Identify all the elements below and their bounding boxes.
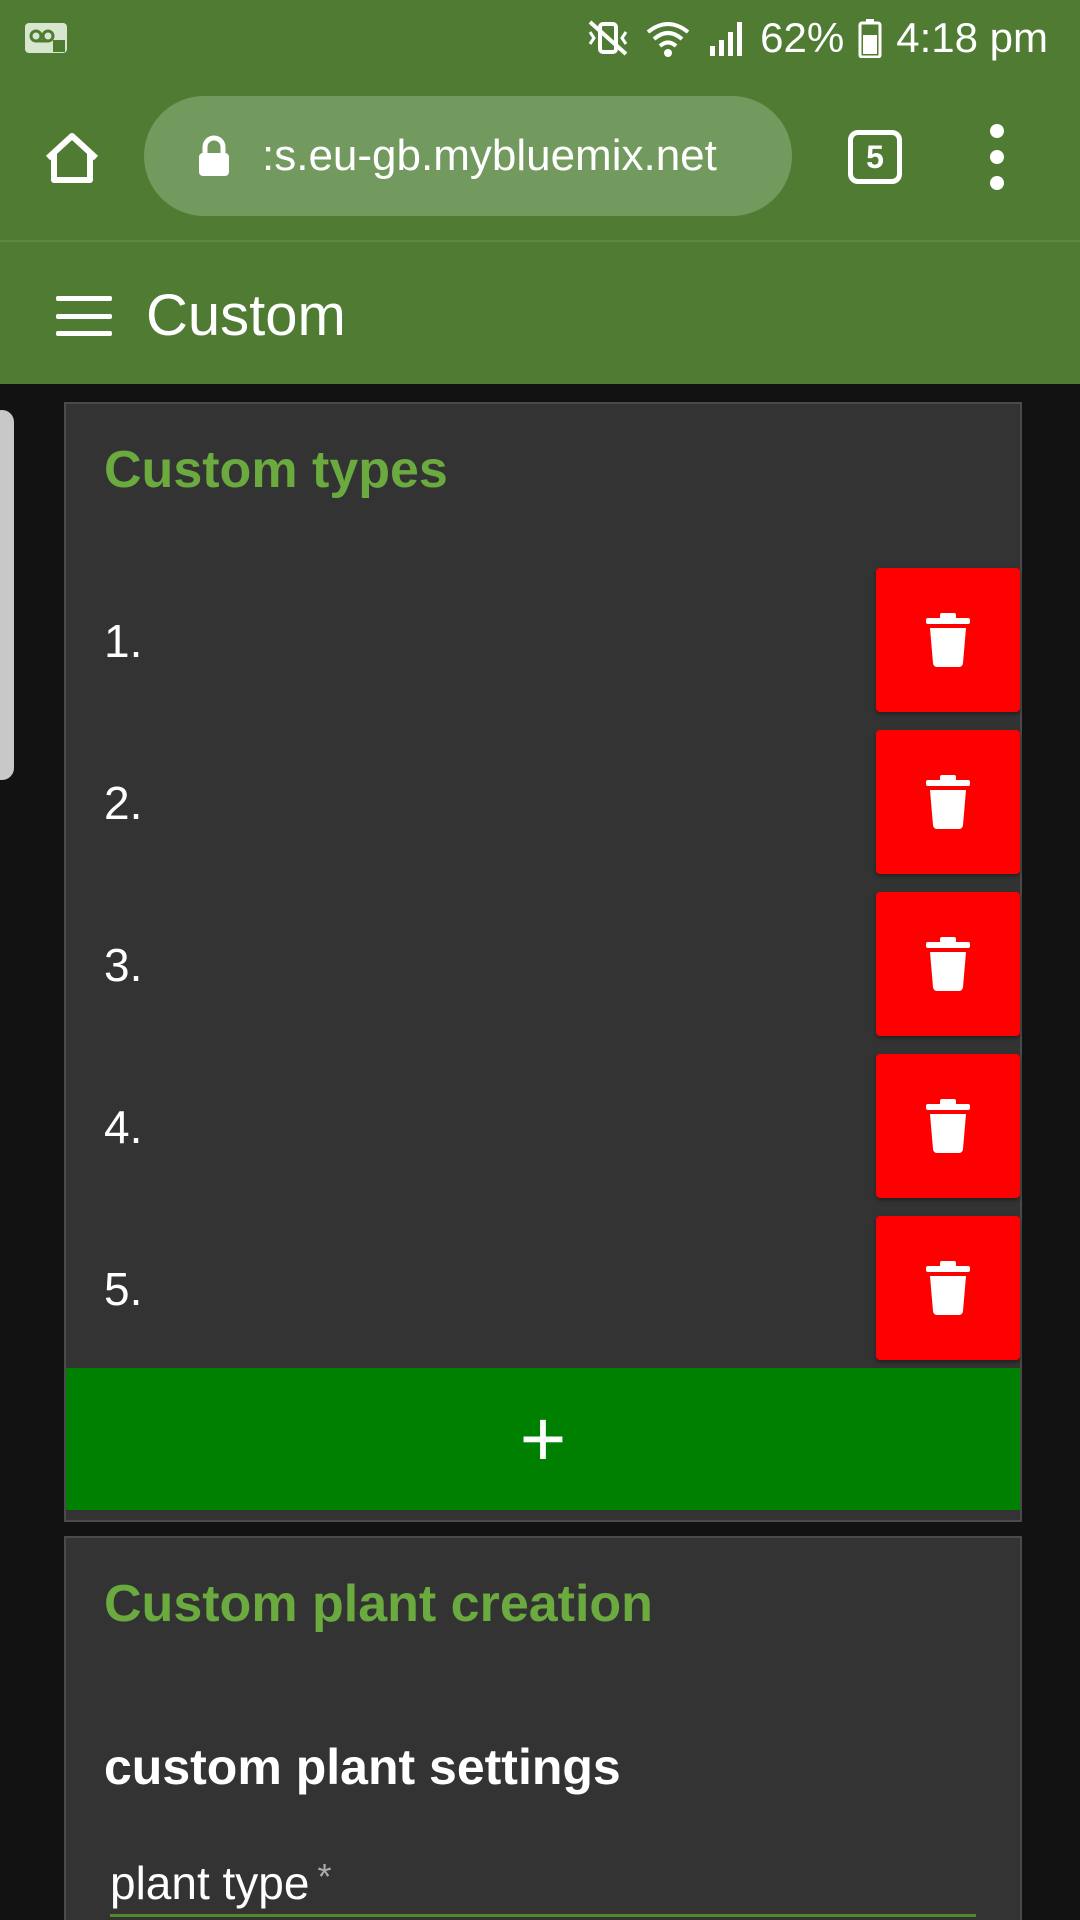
custom-plant-creation-card: Custom plant creation custom plant setti… [64, 1536, 1022, 1920]
settings-subheading: custom plant settings [104, 1739, 621, 1795]
lock-icon [196, 134, 236, 178]
voicemail-icon [24, 22, 68, 59]
browser-toolbar: :s.eu-gb.mybluemix.net 5 [0, 76, 1080, 240]
delete-button[interactable] [876, 730, 1020, 874]
more-vert-icon [990, 124, 1004, 138]
trash-icon [926, 937, 970, 991]
custom-types-title: Custom types [104, 441, 448, 499]
list-item: 3. [66, 892, 1020, 1038]
trash-icon [926, 1099, 970, 1153]
list-item: 2. [66, 730, 1020, 876]
signal-icon [706, 18, 746, 58]
item-number: 5. [104, 1263, 143, 1315]
list-item: 5. [66, 1216, 1020, 1362]
hamburger-menu-icon[interactable] [56, 296, 112, 336]
trash-icon [926, 1261, 970, 1315]
list-item: 1. [66, 568, 1020, 714]
delete-button[interactable] [876, 1054, 1020, 1198]
more-options-button[interactable] [980, 124, 1014, 190]
trash-icon [926, 613, 970, 667]
battery-icon [858, 18, 882, 58]
item-number: 3. [104, 939, 143, 991]
address-bar[interactable]: :s.eu-gb.mybluemix.net [144, 96, 792, 216]
custom-types-card: Custom types 1. 2. 3. 4. 5. + [64, 402, 1022, 1522]
home-icon [45, 133, 99, 183]
item-number: 2. [104, 777, 143, 829]
custom-plant-creation-title: Custom plant creation [104, 1575, 653, 1633]
url-text: :s.eu-gb.mybluemix.net [262, 131, 717, 180]
delete-button[interactable] [876, 1216, 1020, 1360]
page-title: Custom [146, 283, 346, 348]
home-button[interactable] [40, 126, 104, 190]
required-marker: * [317, 1856, 332, 1897]
item-number: 1. [104, 615, 143, 667]
plant-type-field[interactable]: plant type * [110, 1856, 332, 1910]
delete-button[interactable] [876, 892, 1020, 1036]
clock: 4:18 pm [896, 14, 1048, 61]
trash-icon [926, 775, 970, 829]
side-drawer-handle[interactable] [0, 410, 14, 780]
delete-button[interactable] [876, 568, 1020, 712]
field-underline [110, 1914, 976, 1917]
item-number: 4. [104, 1101, 143, 1153]
status-bar: 62% 4:18 pm [0, 0, 1080, 76]
plant-type-label: plant type [110, 1857, 310, 1909]
app-bar: Custom [0, 240, 1080, 384]
add-type-button[interactable]: + [66, 1368, 1020, 1510]
mute-vibrate-icon [586, 18, 630, 58]
list-item: 4. [66, 1054, 1020, 1200]
wifi-icon [644, 18, 692, 58]
battery-percent: 62% [760, 14, 845, 61]
tab-switcher-button[interactable]: 5 [848, 130, 902, 184]
